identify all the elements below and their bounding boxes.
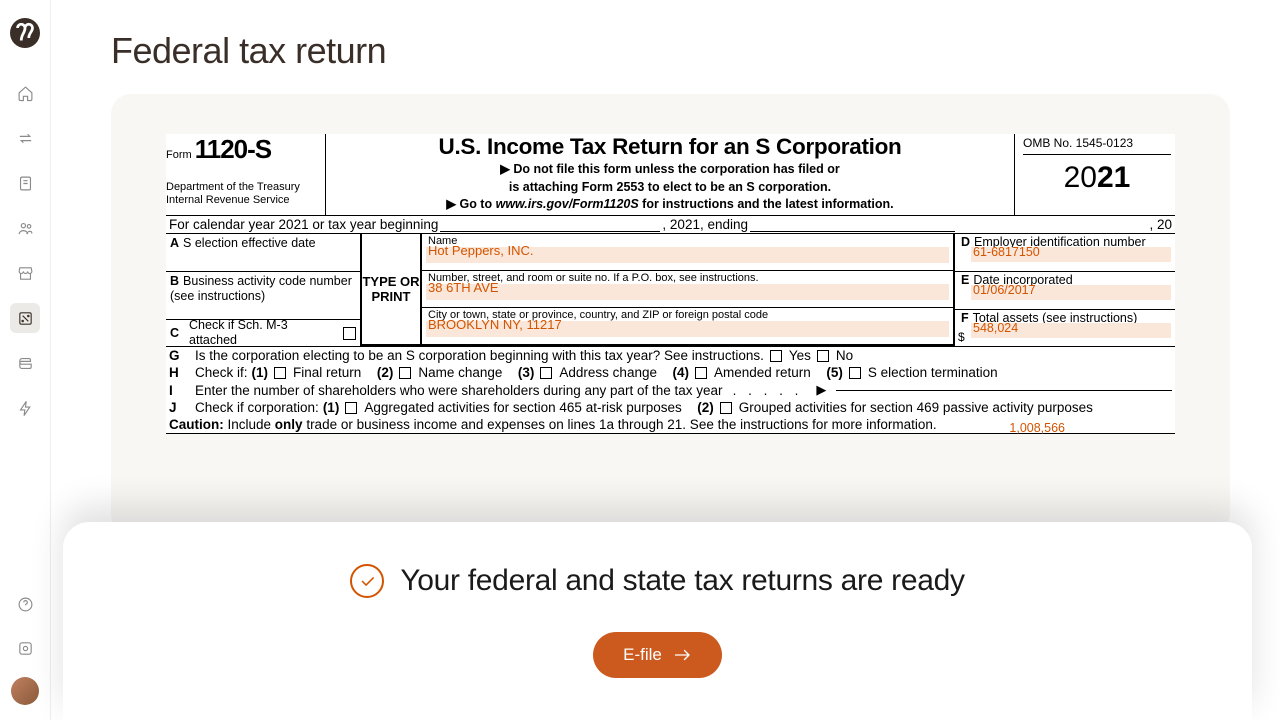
form-total-assets-value: 548,024 bbox=[973, 321, 1181, 335]
checkbox-g-yes[interactable] bbox=[770, 350, 782, 362]
nav-transfers-icon[interactable] bbox=[10, 123, 40, 153]
form-note-1: ▶ Do not file this form unless the corpo… bbox=[332, 162, 1008, 178]
form-city-cell: City or town, state or province, country… bbox=[422, 308, 953, 344]
checkbox-h5[interactable] bbox=[849, 367, 861, 379]
form-col-abc: AS election effective date BBusiness act… bbox=[166, 234, 360, 346]
form-note-2: is attaching Form 2553 to elect to be an… bbox=[332, 180, 1008, 196]
page-title: Federal tax return bbox=[111, 30, 1230, 72]
form-label: Form bbox=[166, 149, 192, 161]
form-f-cell: FTotal assets (see instructions) $ 548,0… bbox=[955, 310, 1175, 347]
form-line-j: J Check if corporation: (1)Aggregated ac… bbox=[166, 399, 1175, 416]
main-content: Federal tax return Form 1120-S Departmen… bbox=[51, 0, 1280, 534]
form-d-cell: DEmployer identification number 61-68171… bbox=[955, 234, 1175, 272]
nav-store-icon[interactable] bbox=[10, 258, 40, 288]
checkbox-j1[interactable] bbox=[345, 402, 357, 414]
arrow-right-icon bbox=[674, 648, 692, 662]
nav-help-icon[interactable] bbox=[10, 589, 40, 619]
sidebar-nav bbox=[10, 78, 40, 423]
form-row-a: AS election effective date bbox=[166, 234, 360, 272]
form-lines: G Is the corporation electing to be an S… bbox=[166, 347, 1175, 434]
form-calendar-line: For calendar year 2021 or tax year begin… bbox=[166, 216, 1175, 234]
form-line-i: I Enter the number of shareholders who w… bbox=[166, 381, 1175, 399]
form-header-right: OMB No. 1545-0123 2021 bbox=[1015, 134, 1175, 215]
form-name-value: Hot Peppers, INC. bbox=[428, 243, 947, 258]
form-header-left: Form 1120-S Department of the Treasury I… bbox=[166, 134, 326, 215]
arrow-right-icon: ▶ bbox=[816, 382, 826, 398]
irs-form-1120s: Form 1120-S Department of the Treasury I… bbox=[166, 134, 1175, 434]
checkbox-g-no[interactable] bbox=[817, 350, 829, 362]
efile-button[interactable]: E-file bbox=[593, 632, 722, 678]
form-year: 2021 bbox=[1023, 161, 1171, 195]
form-row-b: BBusiness activity code number (see inst… bbox=[166, 272, 360, 320]
nav-bolt-icon[interactable] bbox=[10, 393, 40, 423]
efile-button-label: E-file bbox=[623, 645, 662, 665]
app-logo[interactable] bbox=[10, 18, 40, 48]
nav-settings-icon[interactable] bbox=[10, 633, 40, 663]
form-note-3: ▶ Go to www.irs.gov/Form1120S for instru… bbox=[332, 196, 1008, 211]
form-line-g: G Is the corporation electing to be an S… bbox=[166, 347, 1175, 364]
form-city-value: BROOKLYN NY, 11217 bbox=[428, 317, 947, 332]
form-header: Form 1120-S Department of the Treasury I… bbox=[166, 134, 1175, 216]
nav-home-icon[interactable] bbox=[10, 78, 40, 108]
form-identity-grid: AS election effective date BBusiness act… bbox=[166, 234, 1175, 347]
form-street-value: 38 6TH AVE bbox=[428, 280, 947, 295]
checkbox-h1[interactable] bbox=[274, 367, 286, 379]
sidebar bbox=[0, 0, 51, 720]
form-line-h: H Check if: (1)Final return (2)Name chan… bbox=[166, 364, 1175, 381]
ready-row: Your federal and state tax returns are r… bbox=[350, 564, 964, 598]
checkbox-j2[interactable] bbox=[720, 402, 732, 414]
form-date-inc-value: 01/06/2017 bbox=[973, 283, 1181, 297]
checkbox-h3[interactable] bbox=[540, 367, 552, 379]
form-col-name: Name Hot Peppers, INC. Number, street, a… bbox=[422, 234, 955, 346]
nav-tax-icon[interactable] bbox=[10, 303, 40, 333]
checkbox-sch-m3[interactable] bbox=[343, 327, 356, 340]
form-omb: OMB No. 1545-0123 bbox=[1023, 136, 1171, 155]
checkbox-h2[interactable] bbox=[399, 367, 411, 379]
form-street-cell: Number, street, and room or suite no. If… bbox=[422, 271, 953, 308]
ready-text: Your federal and state tax returns are r… bbox=[400, 564, 964, 598]
form-dept: Department of the Treasury Internal Reve… bbox=[166, 181, 319, 206]
user-avatar[interactable] bbox=[11, 677, 39, 705]
efile-panel: Your federal and state tax returns are r… bbox=[63, 522, 1252, 720]
form-number: 1120-S bbox=[195, 134, 271, 164]
form-ein-value: 61-6817150 bbox=[973, 245, 1181, 259]
form-container: Form 1120-S Department of the Treasury I… bbox=[111, 94, 1230, 534]
form-overflow-value: 1,008,566 bbox=[1009, 421, 1065, 435]
check-circle-icon bbox=[350, 564, 384, 598]
form-col-def: DEmployer identification number 61-68171… bbox=[955, 234, 1175, 346]
sidebar-bottom bbox=[10, 589, 40, 705]
form-title: U.S. Income Tax Return for an S Corporat… bbox=[332, 134, 1008, 160]
nav-receipts-icon[interactable] bbox=[10, 168, 40, 198]
checkbox-h4[interactable] bbox=[695, 367, 707, 379]
form-type-or-print: TYPE OR PRINT bbox=[360, 234, 422, 346]
form-header-mid: U.S. Income Tax Return for an S Corporat… bbox=[326, 134, 1015, 215]
form-row-c: CCheck if Sch. M-3 attached bbox=[166, 320, 360, 346]
nav-wallet-icon[interactable] bbox=[10, 348, 40, 378]
nav-people-icon[interactable] bbox=[10, 213, 40, 243]
form-e-cell: EDate incorporated 01/06/2017 bbox=[955, 272, 1175, 310]
form-name-cell: Name Hot Peppers, INC. bbox=[422, 234, 953, 271]
